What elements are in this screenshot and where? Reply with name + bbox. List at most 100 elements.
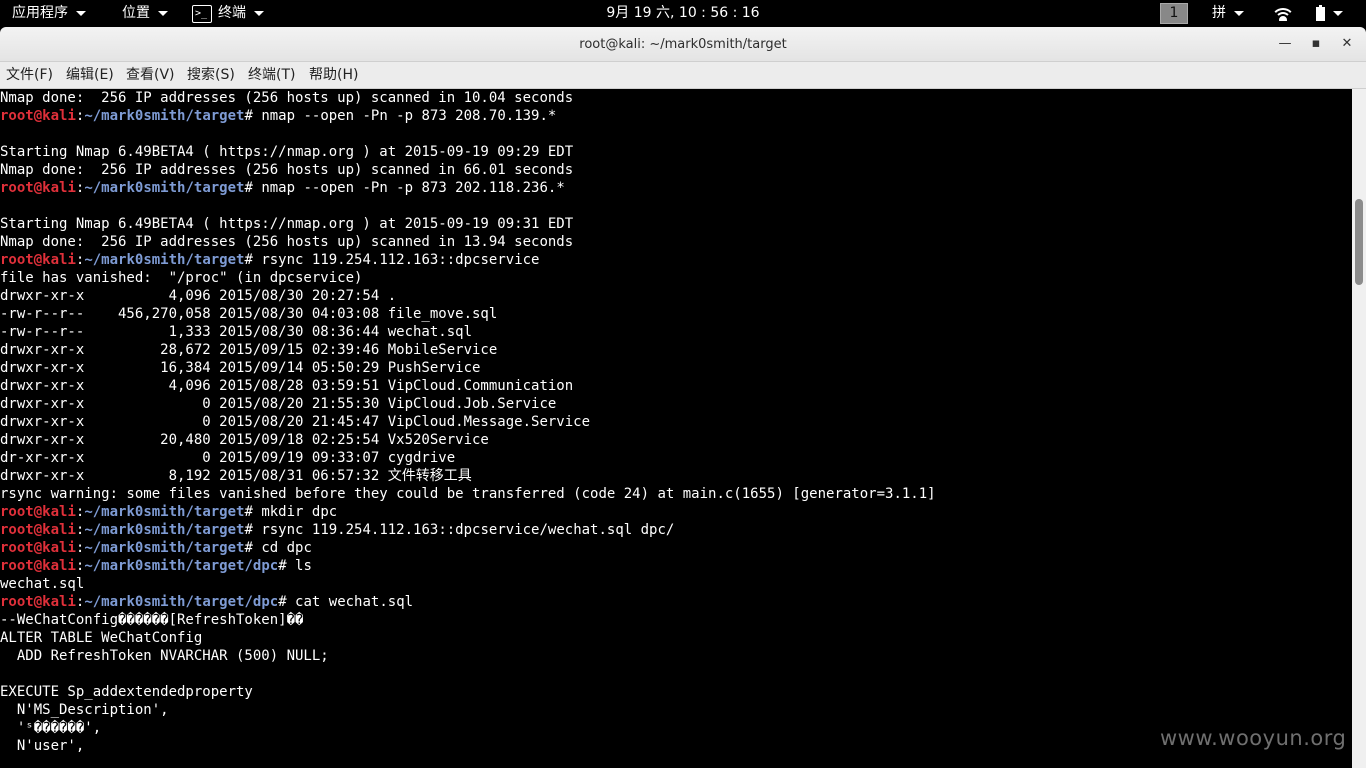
terminal-icon: >_ [192,4,212,23]
output-line: drwxr-xr-x 28,672 2015/09/15 02:39:46 Mo… [0,342,498,358]
wifi-menu[interactable] [1274,0,1292,27]
output-line: drwxr-xr-x 0 2015/08/20 21:55:30 VipClou… [0,396,557,412]
chevron-down-icon [76,11,86,16]
prompt-at: @ [33,558,43,574]
applications-menu[interactable]: 应用程序 [12,0,86,27]
places-menu[interactable]: 位置 [122,0,168,27]
chevron-down-icon [1333,11,1343,16]
menu-edit[interactable]: 编辑(E) [60,62,120,88]
places-label: 位置 [122,5,150,21]
wifi-icon [1274,7,1292,21]
prompt-host: kali [42,540,76,556]
output-line: drwxr-xr-x 16,384 2015/09/14 05:50:29 Pu… [0,360,481,376]
output-line: N'MS_Description', [0,702,169,718]
terminal-app-menu[interactable]: >_ 终端 [192,0,264,27]
prompt-user: root [0,504,34,520]
output-line: wechat.sql [0,576,85,592]
applications-label: 应用程序 [12,5,68,21]
prompt-line: root@kali:~/mark0smith/target/dpc# ls [0,557,1352,575]
terminal-lines: Nmap done: 256 IP addresses (256 hosts u… [0,89,1352,755]
maximize-button[interactable]: ▪ [1305,33,1327,55]
prompt-host: kali [42,180,76,196]
close-button[interactable]: ✕ [1336,33,1358,55]
prompt-path: ~/mark0smith/target/dpc [84,558,279,574]
prompt-path: ~/mark0smith/target [84,504,245,520]
prompt-at: @ [33,540,43,556]
output-line: Nmap done: 256 IP addresses (256 hosts u… [0,234,574,250]
menubar: 文件(F) 编辑(E) 查看(V) 搜索(S) 终端(T) 帮助(H) [0,62,1366,89]
scrollbar-thumb[interactable] [1355,199,1363,285]
prompt-line: root@kali:~/mark0smith/target# rsync 119… [0,521,1352,539]
menu-terminal[interactable]: 终端(T) [242,62,301,88]
prompt-user: root [0,180,34,196]
prompt-line: root@kali:~/mark0smith/target# cd dpc [0,539,1352,557]
clock[interactable]: 9月 19 六, 10 : 56 : 16 [606,0,759,27]
prompt-host: kali [42,504,76,520]
prompt-at: @ [33,594,43,610]
input-method-menu[interactable]: 拼 [1212,0,1244,27]
output-line: 'ˢ������', [0,720,102,736]
prompt-path: ~/mark0smith/target [84,180,245,196]
prompt-path: ~/mark0smith/target [84,252,245,268]
prompt-at: @ [33,180,43,196]
prompt-host: kali [42,108,76,124]
output-line: file has vanished: "/proc" (in dpcservic… [0,270,363,286]
system-menu[interactable] [1316,0,1343,27]
prompt-line: root@kali:~/mark0smith/target# mkdir dpc [0,503,1352,521]
prompt-host: kali [42,594,76,610]
prompt-path: ~/mark0smith/target/dpc [84,594,279,610]
output-line: drwxr-xr-x 4,096 2015/08/30 20:27:54 . [0,288,397,304]
prompt-user: root [0,108,34,124]
command-text: # ls [278,558,312,574]
prompt-user: root [0,594,34,610]
workspace-indicator[interactable]: 1 [1160,3,1188,24]
command-text: # cd dpc [244,540,312,556]
menu-search[interactable]: 搜索(S) [181,62,241,88]
terminal-output[interactable]: Nmap done: 256 IP addresses (256 hosts u… [0,89,1352,768]
output-line: rsync warning: some files vanished befor… [0,486,936,502]
prompt-at: @ [33,108,43,124]
chevron-down-icon [158,11,168,16]
command-text: # rsync 119.254.112.163::dpcservice [244,252,540,268]
scrollbar[interactable] [1352,89,1366,768]
output-line: N'user', [0,738,85,754]
prompt-at: @ [33,504,43,520]
menu-view[interactable]: 查看(V) [120,62,181,88]
menu-help[interactable]: 帮助(H) [303,62,364,88]
minimize-button[interactable]: — [1274,33,1296,55]
prompt-line: root@kali:~/mark0smith/target# nmap --op… [0,107,1352,125]
output-line: drwxr-xr-x 4,096 2015/08/28 03:59:51 Vip… [0,378,574,394]
output-line: -rw-r--r-- 1,333 2015/08/30 08:36:44 wec… [0,324,473,340]
prompt-path: ~/mark0smith/target [84,522,245,538]
prompt-host: kali [42,522,76,538]
output-line: Starting Nmap 6.49BETA4 ( https://nmap.o… [0,144,574,160]
input-method-label: 拼 [1212,5,1226,21]
output-line: drwxr-xr-x 8,192 2015/08/31 06:57:32 文件转… [0,468,472,484]
output-line: -rw-r--r-- 456,270,058 2015/08/30 04:03:… [0,306,498,322]
prompt-user: root [0,540,34,556]
output-line: Starting Nmap 6.49BETA4 ( https://nmap.o… [0,216,574,232]
output-line: Nmap done: 256 IP addresses (256 hosts u… [0,162,574,178]
prompt-at: @ [33,252,43,268]
output-line: drwxr-xr-x 0 2015/08/20 21:45:47 VipClou… [0,414,591,430]
command-text: # rsync 119.254.112.163::dpcservice/wech… [244,522,675,538]
prompt-line: root@kali:~/mark0smith/target/dpc# cat w… [0,593,1352,611]
prompt-host: kali [42,558,76,574]
window-title: root@kali: ~/mark0smith/target [579,37,787,52]
chevron-down-icon [254,11,264,16]
output-line: dr-xr-xr-x 0 2015/09/19 09:33:07 cygdriv… [0,450,456,466]
menu-file[interactable]: 文件(F) [0,62,59,88]
chevron-down-icon [1234,11,1244,16]
output-line: ALTER TABLE WeChatConfig [0,630,203,646]
window-titlebar[interactable]: root@kali: ~/mark0smith/target — ▪ ✕ [0,27,1366,62]
output-line: drwxr-xr-x 20,480 2015/09/18 02:25:54 Vx… [0,432,489,448]
prompt-at: @ [33,522,43,538]
prompt-path: ~/mark0smith/target [84,540,245,556]
prompt-line: root@kali:~/mark0smith/target# nmap --op… [0,179,1352,197]
watermark: www.wooyun.org [1160,726,1347,750]
command-text: # mkdir dpc [244,504,338,520]
output-line: Nmap done: 256 IP addresses (256 hosts u… [0,90,574,106]
command-text: # nmap --open -Pn -p 873 208.70.139.* [244,108,557,124]
